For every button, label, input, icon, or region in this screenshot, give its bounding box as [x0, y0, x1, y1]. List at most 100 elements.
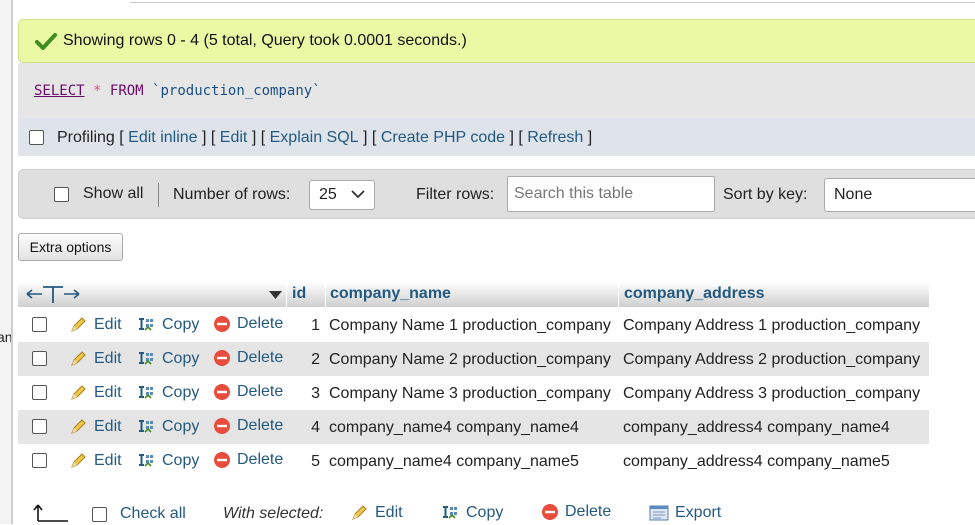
- export-icon: [649, 505, 669, 521]
- edit-row-button[interactable]: Edit: [68, 451, 122, 471]
- delete-row-button[interactable]: Delete: [213, 451, 283, 469]
- row-checkbox[interactable]: [32, 453, 47, 468]
- pencil-icon: [71, 351, 86, 366]
- delete-icon: [214, 418, 230, 434]
- sort-by-key-select[interactable]: None: [824, 178, 975, 212]
- edit-label: Edit: [94, 350, 122, 367]
- table-header: id company_name company_address: [18, 282, 929, 308]
- delete-label: Delete: [237, 417, 284, 434]
- bulk-edit-label: Edit: [375, 504, 403, 521]
- cell-company-name[interactable]: company_name4 company_name5: [329, 453, 579, 471]
- edit-row-button[interactable]: Edit: [68, 383, 122, 403]
- results-table: id company_name company_address Edit Cop…: [18, 282, 929, 478]
- check-all-link[interactable]: Check all: [120, 505, 186, 523]
- edit-row-button[interactable]: Edit: [68, 417, 122, 437]
- row-checkbox[interactable]: [32, 419, 47, 434]
- cell-id[interactable]: 2: [288, 351, 320, 369]
- profiling-checkbox[interactable]: [29, 130, 44, 145]
- copy-row-button[interactable]: Copy: [136, 315, 199, 335]
- table-row: Edit Copy Delete 3 Company Name 3 produc…: [18, 376, 929, 410]
- column-separator: [325, 282, 326, 308]
- bulk-edit-button[interactable]: Edit: [349, 503, 403, 523]
- row-checkbox[interactable]: [32, 317, 47, 332]
- edit-row-button[interactable]: Edit: [68, 349, 122, 369]
- sql-select-keyword[interactable]: SELECT: [34, 83, 85, 99]
- cell-company-name[interactable]: Company Name 3 production_company: [329, 385, 611, 403]
- clipped-left-text: an: [0, 329, 13, 345]
- delete-row-button[interactable]: Delete: [213, 417, 283, 435]
- delete-row-button[interactable]: Delete: [213, 315, 283, 333]
- copy-row-button[interactable]: Copy: [136, 383, 199, 403]
- navigation-bar: Show all Number of rows: 25 Filter rows:…: [18, 169, 975, 219]
- cell-id[interactable]: 5: [288, 453, 320, 471]
- cell-company-name[interactable]: company_name4 company_name4: [329, 419, 579, 437]
- copy-icon: [139, 454, 153, 467]
- column-header-company-name[interactable]: company_name: [330, 285, 451, 303]
- cell-id[interactable]: 4: [288, 419, 320, 437]
- delete-row-button[interactable]: Delete: [213, 383, 283, 401]
- extra-options-button[interactable]: Extra options: [18, 233, 123, 261]
- copy-icon: [139, 386, 153, 399]
- sort-by-key-value: None: [834, 186, 873, 203]
- column-resize-arrows-icon[interactable]: [24, 283, 82, 305]
- top-tab-border: [130, 0, 975, 3]
- chevron-down-icon: [351, 190, 365, 199]
- show-all-checkbox[interactable]: [54, 187, 69, 202]
- profiling-label: Profiling: [57, 128, 115, 146]
- delete-label: Delete: [237, 383, 284, 400]
- filter-rows-label: Filter rows:: [416, 186, 495, 203]
- edit-inline-link[interactable]: Edit inline: [128, 129, 197, 147]
- divider: [158, 183, 159, 207]
- column-separator: [618, 282, 619, 308]
- copy-label: Copy: [162, 418, 200, 435]
- row-checkbox[interactable]: [32, 385, 47, 400]
- number-of-rows-select[interactable]: 25: [309, 180, 375, 210]
- cell-id[interactable]: 1: [288, 317, 320, 335]
- copy-row-button[interactable]: Copy: [136, 417, 199, 437]
- refresh-link[interactable]: Refresh: [527, 129, 583, 147]
- cell-company-address[interactable]: company_address4 company_name4: [623, 419, 890, 437]
- bulk-export-button[interactable]: Export: [649, 503, 721, 523]
- create-php-code-link[interactable]: Create PHP code: [381, 129, 505, 147]
- row-checkbox[interactable]: [32, 351, 47, 366]
- show-all-label: Show all: [83, 185, 144, 202]
- copy-row-button[interactable]: Copy: [136, 349, 199, 369]
- success-message: Showing rows 0 - 4 (5 total, Query took …: [63, 32, 467, 49]
- sort-triangle-icon[interactable]: [268, 290, 283, 300]
- delete-icon: [214, 316, 230, 332]
- copy-label: Copy: [162, 316, 200, 333]
- copy-row-button[interactable]: Copy: [136, 451, 199, 471]
- cell-id[interactable]: 3: [288, 385, 320, 403]
- check-all-checkbox[interactable]: [92, 507, 107, 522]
- edit-label: Edit: [94, 418, 122, 435]
- edit-link[interactable]: Edit: [220, 129, 248, 147]
- column-header-company-address[interactable]: company_address: [624, 285, 765, 303]
- sql-table-name: `production_company`: [152, 83, 321, 99]
- delete-label: Delete: [237, 349, 284, 366]
- cell-company-name[interactable]: Company Name 2 production_company: [329, 351, 611, 369]
- copy-label: Copy: [162, 350, 200, 367]
- edit-row-button[interactable]: Edit: [68, 315, 122, 335]
- copy-label: Copy: [162, 452, 200, 469]
- bulk-delete-button[interactable]: Delete: [541, 503, 611, 521]
- search-input[interactable]: [507, 176, 715, 212]
- delete-label: Delete: [237, 451, 284, 468]
- column-header-id[interactable]: id: [292, 285, 306, 303]
- left-panel-edge: an: [0, 0, 13, 524]
- copy-icon: [139, 318, 153, 331]
- pencil-icon: [71, 419, 86, 434]
- delete-label: Delete: [237, 315, 284, 332]
- bulk-copy-label: Copy: [466, 504, 504, 521]
- explain-sql-link[interactable]: Explain SQL: [270, 129, 359, 147]
- bulk-copy-button[interactable]: Copy: [440, 503, 503, 523]
- delete-row-button[interactable]: Delete: [213, 349, 283, 367]
- cell-company-name[interactable]: Company Name 1 production_company: [329, 317, 611, 335]
- edit-label: Edit: [94, 316, 122, 333]
- cell-company-address[interactable]: Company Address 1 production_company: [623, 317, 920, 335]
- cell-company-address[interactable]: company_address4 company_name5: [623, 453, 890, 471]
- profiling-bar: Profiling [ Edit inline ] [ Edit ] [ Exp…: [18, 119, 975, 156]
- cell-company-address[interactable]: Company Address 2 production_company: [623, 351, 920, 369]
- bulk-export-label: Export: [675, 504, 722, 521]
- number-of-rows-label: Number of rows:: [173, 186, 291, 203]
- cell-company-address[interactable]: Company Address 3 production_company: [623, 385, 920, 403]
